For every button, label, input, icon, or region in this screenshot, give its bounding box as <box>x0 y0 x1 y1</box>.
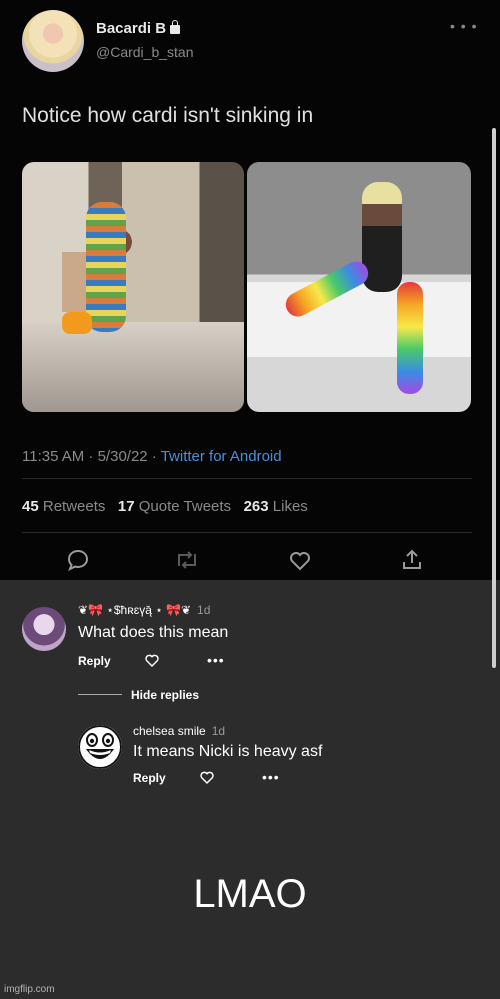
tweet-meta: 11:35 AM · 5/30/22 · Twitter for Android <box>22 448 282 465</box>
smiley-face-icon <box>78 725 122 769</box>
comment-username[interactable]: ❦🎀 ⋆$ħʀɛүą̄ ⋆ 🎀❦ 1d <box>78 603 210 617</box>
divider <box>78 694 122 695</box>
comment-time: 1d <box>211 724 226 738</box>
comment-username[interactable]: chelsea smile 1d <box>133 724 225 738</box>
more-options-icon[interactable]: ••• <box>207 652 225 668</box>
hide-replies-button[interactable]: Hide replies <box>131 688 199 702</box>
comment-text: What does this mean <box>78 624 229 641</box>
lock-icon <box>170 20 181 34</box>
retweets-stat[interactable]: 45 Retweets <box>22 498 105 515</box>
tweet-author-handle[interactable]: @Cardi_b_stan <box>96 44 194 60</box>
more-options-icon[interactable]: • • • <box>450 18 477 34</box>
tweet-source[interactable]: Twitter for Android <box>161 448 282 465</box>
scrollbar[interactable] <box>492 128 496 668</box>
tweet-stats: 45 Retweets 17 Quote Tweets 263 Likes <box>22 498 308 515</box>
tweet-photo-left[interactable] <box>22 162 244 412</box>
more-options-icon[interactable]: ••• <box>262 769 280 785</box>
watermark: imgflip.com <box>4 984 55 995</box>
avatar[interactable] <box>22 607 66 651</box>
tweet-screenshot: Bacardi B @Cardi_b_stan • • • Notice how… <box>0 0 500 580</box>
tweet-avatar[interactable] <box>22 10 84 72</box>
comment-time: 1d <box>197 603 211 617</box>
avatar[interactable] <box>78 725 122 769</box>
quotes-stat[interactable]: 17 Quote Tweets <box>118 498 231 515</box>
divider <box>22 478 472 479</box>
tweet-text: Notice how cardi isn't sinking in <box>22 104 314 127</box>
divider <box>22 532 472 533</box>
heart-icon[interactable] <box>199 769 215 785</box>
share-icon[interactable] <box>400 548 424 572</box>
heart-icon[interactable] <box>144 652 160 668</box>
tweet-author-name[interactable]: Bacardi B <box>96 20 181 37</box>
tweet-timestamp: 11:35 AM · 5/30/22 · <box>22 448 161 465</box>
reply-button[interactable]: Reply <box>78 654 111 668</box>
meme-caption: LMAO <box>193 872 307 916</box>
reply-icon[interactable] <box>66 548 90 572</box>
like-icon[interactable] <box>288 548 312 572</box>
likes-stat[interactable]: 263 Likes <box>244 498 308 515</box>
comment-text: It means Nicki is heavy asf <box>133 743 323 760</box>
tweet-photo-right[interactable] <box>247 162 471 412</box>
retweet-icon[interactable] <box>174 548 200 572</box>
reply-button[interactable]: Reply <box>133 771 166 785</box>
